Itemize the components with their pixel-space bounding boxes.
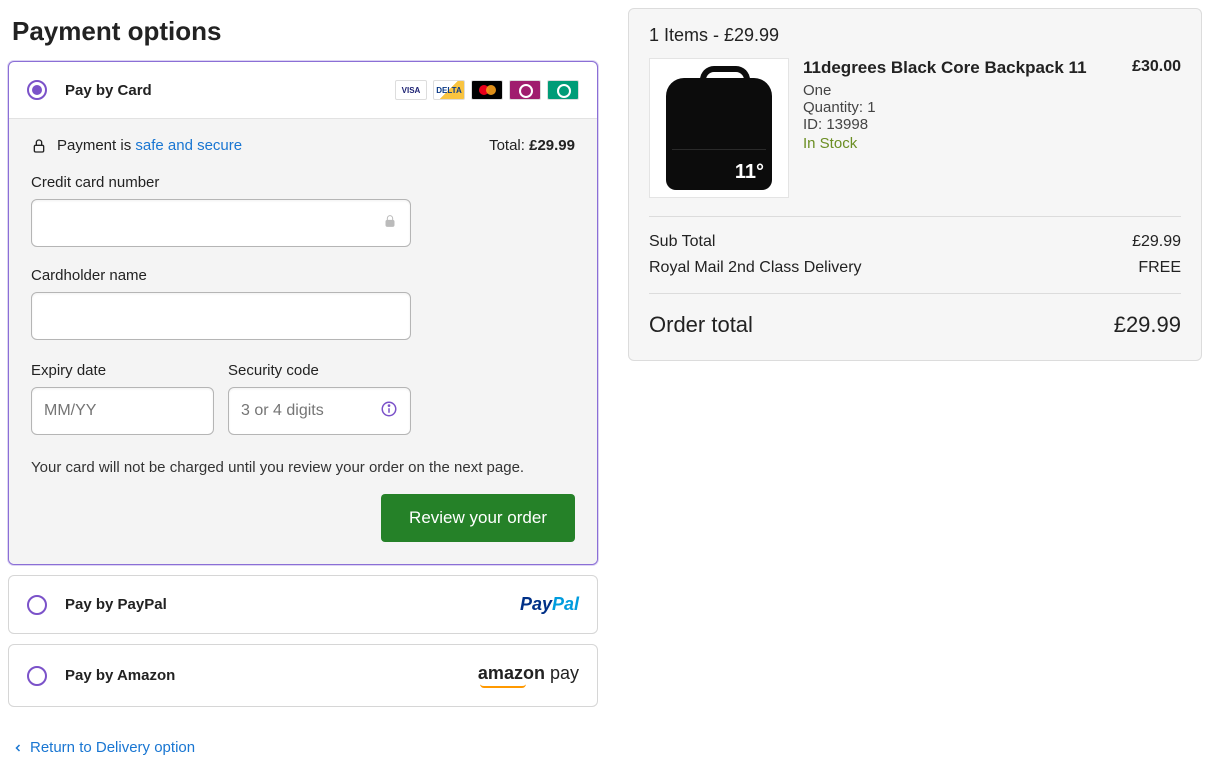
shipping-value: FREE: [1138, 259, 1181, 277]
payment-option-amazon-label: Pay by Amazon: [65, 667, 175, 684]
expiry-label: Expiry date: [31, 362, 214, 379]
payment-option-card-label: Pay by Card: [65, 82, 152, 99]
subtotal-label: Sub Total: [649, 233, 715, 251]
payment-option-amazon: Pay by Amazon amazon pay: [8, 644, 598, 707]
lock-small-icon: [382, 213, 398, 234]
delta-icon: DELTA: [433, 80, 465, 100]
visa-icon: VISA: [395, 80, 427, 100]
cvc-label: Security code: [228, 362, 411, 379]
cc-number-input-wrap: [31, 199, 411, 247]
payment-option-card-header[interactable]: Pay by Card VISA DELTA: [9, 62, 597, 118]
radio-paypal[interactable]: [27, 595, 47, 615]
info-icon[interactable]: [380, 400, 398, 423]
shipping-label: Royal Mail 2nd Class Delivery: [649, 259, 862, 277]
radio-amazon[interactable]: [27, 666, 47, 686]
item-price: £30.00: [1132, 58, 1181, 198]
charge-note: Your card will not be charged until you …: [31, 459, 575, 476]
safe-secure-link[interactable]: safe and secure: [135, 137, 242, 154]
item-title: 11degrees Black Core Backpack 11: [803, 58, 1118, 78]
return-to-delivery-link[interactable]: Return to Delivery option: [12, 739, 195, 756]
payment-option-paypal-header[interactable]: Pay by PayPal PayPal: [9, 576, 597, 633]
page-title: Payment options: [12, 16, 598, 47]
order-summary: 1 Items - £29.99 11° 11degrees Black Cor…: [628, 8, 1202, 361]
item-thumbnail: 11°: [649, 58, 789, 198]
review-order-button[interactable]: Review your order: [381, 494, 575, 542]
lock-icon: [31, 138, 47, 154]
paypal-icon: PayPal: [520, 594, 579, 615]
order-total-value: £29.99: [1114, 312, 1181, 338]
form-total: Total: £29.99: [489, 137, 575, 154]
cardholder-name-label: Cardholder name: [31, 267, 575, 284]
chevron-left-icon: [12, 742, 24, 754]
cvc-input[interactable]: [241, 402, 380, 420]
expiry-input[interactable]: [44, 402, 201, 420]
cc-number-input[interactable]: [44, 214, 382, 232]
cardholder-name-input[interactable]: [44, 307, 398, 325]
card-logos: VISA DELTA: [395, 80, 579, 100]
switch-icon: [547, 80, 579, 100]
item-quantity: Quantity: 1: [803, 99, 1118, 116]
radio-card[interactable]: [27, 80, 47, 100]
item-id: ID: 13998: [803, 116, 1118, 133]
item-variant: One: [803, 82, 1118, 99]
payment-option-amazon-header[interactable]: Pay by Amazon amazon pay: [9, 645, 597, 706]
payment-option-card: Pay by Card VISA DELTA Payment is s: [8, 61, 598, 565]
maestro-icon: [509, 80, 541, 100]
mastercard-icon: [471, 80, 503, 100]
order-total-label: Order total: [649, 312, 753, 338]
amazonpay-icon: amazon pay: [478, 663, 579, 688]
payment-option-paypal: Pay by PayPal PayPal: [8, 575, 598, 634]
subtotal-value: £29.99: [1132, 233, 1181, 251]
summary-header: 1 Items - £29.99: [649, 25, 1181, 46]
item-stock: In Stock: [803, 135, 1118, 152]
cc-number-label: Credit card number: [31, 174, 575, 191]
cardholder-name-input-wrap: [31, 292, 411, 340]
payment-option-paypal-label: Pay by PayPal: [65, 596, 167, 613]
secure-text: Payment is safe and secure: [57, 137, 242, 154]
